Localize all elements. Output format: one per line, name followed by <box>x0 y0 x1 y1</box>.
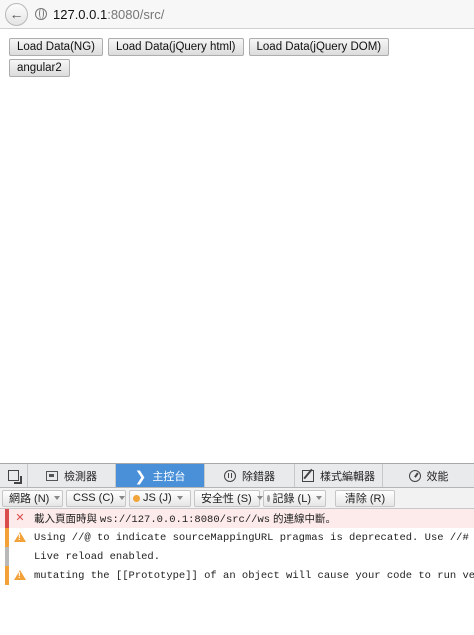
chevron-down-icon <box>176 496 183 500</box>
chevron-down-icon <box>256 496 263 500</box>
message-url: ws://127.0.0.1:8080/src//ws <box>99 514 271 526</box>
devtools-tabbar: 檢測器 ❯ 主控台 除錯器 樣式編輯器 效能 <box>0 464 474 488</box>
filter-logging-button[interactable]: 記錄 (L) <box>263 489 326 507</box>
tab-console[interactable]: ❯ 主控台 <box>116 464 205 487</box>
globe-icon <box>35 8 47 20</box>
browser-window: ← 127.0.0.1:8080/src/ Load Data(NG) Load… <box>0 0 474 635</box>
angular2-button[interactable]: angular2 <box>9 59 70 77</box>
error-icon: ✕ <box>15 512 25 524</box>
button-row-2: angular2 <box>9 59 70 77</box>
load-data-ng-button[interactable]: Load Data(NG) <box>9 38 103 56</box>
severity-bar <box>5 509 9 528</box>
filter-network-button[interactable]: 網路 (N) <box>2 489 63 507</box>
tab-inspector-label: 檢測器 <box>64 470 97 483</box>
severity-bar <box>5 528 9 547</box>
tab-style-editor[interactable]: 樣式編輯器 <box>295 464 383 487</box>
message-text: Using //@ to indicate sourceMappingURL p… <box>34 531 474 544</box>
url-path: :8080/src/ <box>107 6 165 22</box>
console-output: ✕ 載入頁面時與 ws://127.0.0.1:8080/src//ws 的連線… <box>0 509 474 585</box>
warning-icon <box>14 570 26 580</box>
logging-dot-icon <box>267 494 270 502</box>
warning-icon <box>14 532 26 542</box>
filter-js-label: JS (J) <box>143 492 172 504</box>
console-icon: ❯ <box>134 467 147 484</box>
chevron-down-icon <box>118 496 125 500</box>
performance-icon <box>408 469 421 482</box>
filter-security-button[interactable]: 安全性 (S) <box>194 489 263 507</box>
tab-debugger[interactable]: 除錯器 <box>205 464 295 487</box>
load-data-jquery-dom-button[interactable]: Load Data(jQuery DOM) <box>248 38 390 56</box>
tab-style-editor-label: 樣式編輯器 <box>320 470 375 483</box>
filter-css-label: CSS (C) <box>73 492 114 504</box>
severity-bar <box>5 566 9 585</box>
back-button[interactable]: ← <box>5 2 28 26</box>
filter-network-label: 網路 (N) <box>9 493 50 505</box>
load-data-jquery-html-button[interactable]: Load Data(jQuery html) <box>107 38 244 56</box>
filter-logging-label: 記錄 (L) <box>272 493 312 505</box>
debugger-icon <box>224 469 236 482</box>
tab-performance[interactable]: 效能 <box>383 464 474 487</box>
devtools-panel: 檢測器 ❯ 主控台 除錯器 樣式編輯器 效能 網路 (N) CSS (C) JS… <box>0 463 474 635</box>
style-editor-icon <box>302 469 314 482</box>
message-text: mutating the [[Prototype]] of an object … <box>34 569 474 582</box>
message-suffix: 的連線中斷。 <box>270 513 336 525</box>
console-message-log[interactable]: Live reload enabled. <box>0 547 474 566</box>
tab-console-label: 主控台 <box>152 470 186 483</box>
tab-debugger-label: 除錯器 <box>242 470 275 483</box>
severity-bar <box>5 547 9 566</box>
console-message-warning[interactable]: Using //@ to indicate sourceMappingURL p… <box>0 528 474 547</box>
tab-performance-label: 效能 <box>426 470 449 483</box>
filter-js-button[interactable]: JS (J) <box>129 489 191 507</box>
console-message-error[interactable]: ✕ 載入頁面時與 ws://127.0.0.1:8080/src//ws 的連線… <box>0 509 474 528</box>
js-dot-icon <box>133 494 140 502</box>
clear-console-button[interactable]: 清除 (R) <box>335 489 395 507</box>
chevron-down-icon <box>316 496 322 500</box>
back-arrow-icon: ← <box>9 6 24 22</box>
address-input[interactable]: 127.0.0.1:8080/src/ <box>53 7 164 22</box>
console-filter-bar: 網路 (N) CSS (C) JS (J) 安全性 (S) 記錄 (L) 清除 … <box>0 488 474 509</box>
message-text: Live reload enabled. <box>34 550 161 563</box>
filter-security-label: 安全性 (S) <box>201 493 252 505</box>
message-prefix: 載入頁面時與 <box>34 513 100 525</box>
url-bar: ← 127.0.0.1:8080/src/ <box>0 0 474 29</box>
console-message-warning[interactable]: mutating the [[Prototype]] of an object … <box>0 566 474 585</box>
button-row-1: Load Data(NG) Load Data(jQuery html) Loa… <box>9 38 390 56</box>
tab-inspector[interactable]: 檢測器 <box>28 464 116 487</box>
element-picker-button[interactable] <box>0 464 28 487</box>
filter-css-button[interactable]: CSS (C) <box>66 489 126 507</box>
element-picker-icon <box>8 470 22 484</box>
message-text: 載入頁面時與 ws://127.0.0.1:8080/src//ws 的連線中斷… <box>34 511 336 526</box>
inspector-icon <box>46 470 58 481</box>
url-host: 127.0.0.1 <box>53 6 108 22</box>
chevron-down-icon <box>54 496 61 500</box>
